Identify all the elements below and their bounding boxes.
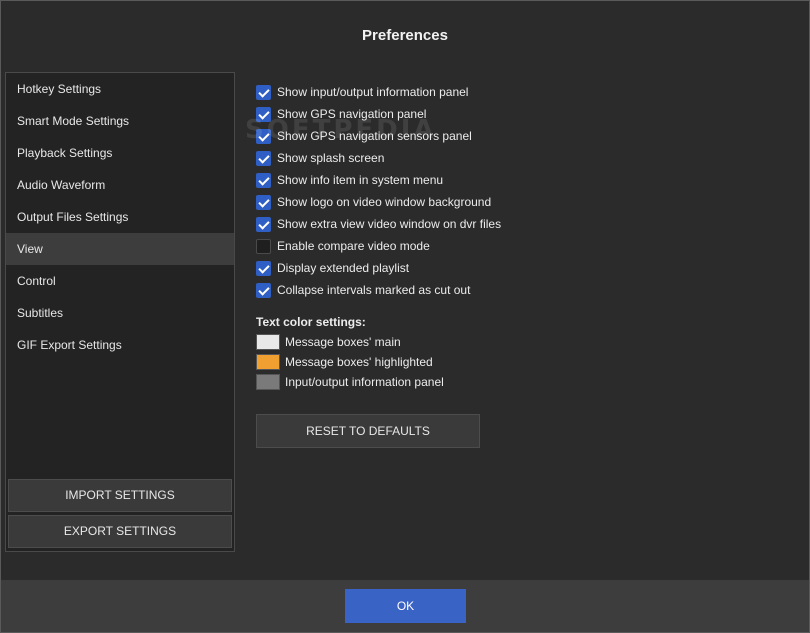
option-label: Show splash screen bbox=[277, 151, 385, 165]
sidebar-item-smart-mode-settings[interactable]: Smart Mode Settings bbox=[6, 105, 234, 137]
option-label: Show extra view video window on dvr file… bbox=[277, 217, 502, 231]
option-show-io-panel[interactable]: Show input/output information panel bbox=[256, 81, 556, 103]
checkbox[interactable] bbox=[256, 172, 271, 188]
import-settings-button[interactable]: IMPORT SETTINGS bbox=[8, 479, 232, 512]
sidebar-item-playback-settings[interactable]: Playback Settings bbox=[6, 137, 234, 169]
option-enable-compare-mode[interactable]: Enable compare video mode bbox=[256, 235, 556, 257]
preferences-window: Preferences Hotkey Settings Smart Mode S… bbox=[0, 0, 810, 633]
option-show-gps-panel[interactable]: Show GPS navigation panel bbox=[256, 103, 556, 125]
export-settings-button[interactable]: EXPORT SETTINGS bbox=[8, 515, 232, 548]
checkbox[interactable] bbox=[256, 194, 271, 210]
option-show-gps-sensors-panel[interactable]: Show GPS navigation sensors panel bbox=[256, 125, 556, 147]
checkbox[interactable] bbox=[256, 260, 271, 276]
reset-to-defaults-button[interactable]: RESET TO DEFAULTS bbox=[256, 414, 480, 448]
color-setting-highlighted[interactable]: Message boxes' highlighted bbox=[256, 353, 516, 371]
sidebar-item-gif-export-settings[interactable]: GIF Export Settings bbox=[6, 329, 234, 361]
color-label: Message boxes' highlighted bbox=[285, 355, 433, 369]
dialog-footer: OK bbox=[1, 580, 809, 632]
text-color-heading: Text color settings: bbox=[256, 315, 366, 329]
window-title: Preferences bbox=[362, 27, 448, 44]
sidebar-item-subtitles[interactable]: Subtitles bbox=[6, 297, 234, 329]
color-setting-main[interactable]: Message boxes' main bbox=[256, 333, 516, 351]
color-label: Message boxes' main bbox=[285, 335, 401, 349]
checkbox[interactable] bbox=[256, 150, 271, 166]
option-label: Show input/output information panel bbox=[277, 85, 469, 99]
color-swatch[interactable] bbox=[256, 374, 280, 390]
option-label: Show logo on video window background bbox=[277, 195, 492, 209]
sidebar-item-output-files-settings[interactable]: Output Files Settings bbox=[6, 201, 234, 233]
option-label: Enable compare video mode bbox=[277, 239, 430, 253]
sidebar-item-hotkey-settings[interactable]: Hotkey Settings bbox=[6, 73, 234, 105]
option-show-splash-screen[interactable]: Show splash screen bbox=[256, 147, 556, 169]
option-label: Show info item in system menu bbox=[277, 173, 444, 187]
settings-sidebar: Hotkey Settings Smart Mode Settings Play… bbox=[5, 72, 235, 552]
color-swatch[interactable] bbox=[256, 334, 280, 350]
option-show-info-system-menu[interactable]: Show info item in system menu bbox=[256, 169, 556, 191]
checkbox[interactable] bbox=[256, 282, 271, 298]
ok-button[interactable]: OK bbox=[345, 589, 466, 623]
option-label: Display extended playlist bbox=[277, 261, 410, 275]
color-setting-io-panel[interactable]: Input/output information panel bbox=[256, 373, 516, 391]
checkbox[interactable] bbox=[256, 216, 271, 232]
checkbox[interactable] bbox=[256, 84, 271, 100]
checkbox[interactable] bbox=[256, 238, 271, 254]
sidebar-item-audio-waveform[interactable]: Audio Waveform bbox=[6, 169, 234, 201]
checkbox[interactable] bbox=[256, 128, 271, 144]
option-label: Show GPS navigation sensors panel bbox=[277, 129, 472, 143]
color-label: Input/output information panel bbox=[285, 375, 444, 389]
sidebar-item-control[interactable]: Control bbox=[6, 265, 234, 297]
option-collapse-cut-intervals[interactable]: Collapse intervals marked as cut out bbox=[256, 279, 556, 301]
color-swatch[interactable] bbox=[256, 354, 280, 370]
option-show-extra-view-dvr[interactable]: Show extra view video window on dvr file… bbox=[256, 213, 556, 235]
option-label: Collapse intervals marked as cut out bbox=[277, 283, 471, 297]
checkbox[interactable] bbox=[256, 106, 271, 122]
sidebar-item-view[interactable]: View bbox=[6, 233, 234, 265]
option-display-extended-playlist[interactable]: Display extended playlist bbox=[256, 257, 556, 279]
option-label: Show GPS navigation panel bbox=[277, 107, 427, 121]
option-show-logo-background[interactable]: Show logo on video window background bbox=[256, 191, 556, 213]
